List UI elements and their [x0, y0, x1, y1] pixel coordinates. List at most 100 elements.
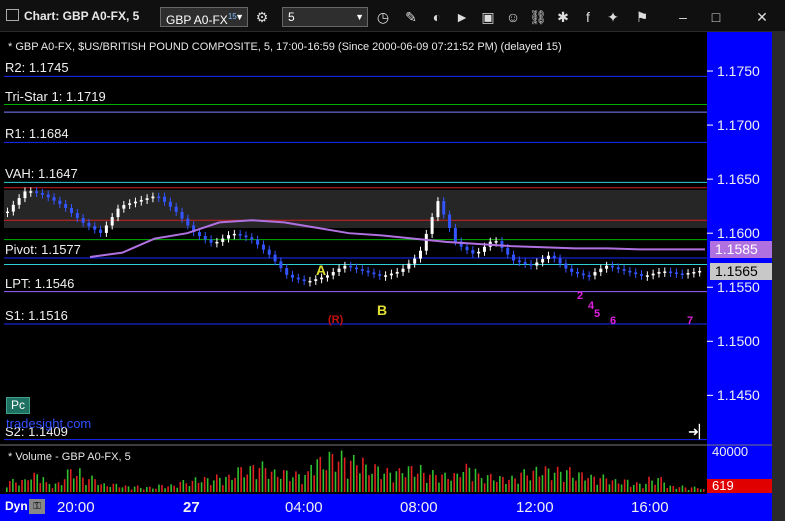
volume-axis-label: 40000: [712, 444, 749, 459]
interval-input[interactable]: 5 ▼: [282, 7, 368, 27]
candle: [576, 271, 580, 274]
candle: [599, 268, 603, 273]
volume-bar: [505, 484, 507, 492]
volume-bar: [149, 486, 151, 492]
candle: [430, 217, 434, 234]
volume-bar: [273, 469, 276, 492]
pc-button[interactable]: Pc: [6, 397, 30, 414]
volume-bar: [645, 483, 647, 492]
volume-bar: [130, 489, 133, 492]
volume-bar: [432, 470, 434, 492]
volume-bar: [517, 483, 519, 492]
volume-bar: [69, 469, 72, 492]
volume-bar: [243, 477, 245, 492]
studies-icon[interactable]: ▣: [478, 7, 498, 27]
close-icon[interactable]: ✕: [752, 7, 772, 27]
clock-icon[interactable]: ◷: [373, 7, 393, 27]
level-label: S1: 1.1516: [5, 308, 68, 323]
volume-bar: [535, 466, 538, 492]
volume-bar: [553, 472, 556, 492]
level-label: R2: 1.1745: [5, 60, 69, 76]
candle: [546, 255, 550, 260]
volume-bar: [669, 485, 672, 492]
candle: [46, 194, 50, 198]
candle: [314, 279, 318, 281]
candle: [686, 273, 690, 275]
maximize-icon[interactable]: □: [706, 7, 726, 27]
volume-bar: [508, 479, 510, 492]
volume-bar: [608, 484, 611, 492]
level-label: R1: 1.1684: [5, 126, 69, 142]
volume-bar: [48, 484, 51, 492]
pencil-icon[interactable]: ✎: [401, 7, 421, 27]
volume-bar: [270, 471, 273, 492]
volume-bar: [276, 476, 279, 492]
volume-bar: [33, 472, 35, 492]
candle: [325, 275, 329, 278]
volume-bar: [489, 473, 492, 492]
face-icon[interactable]: ☺: [503, 7, 523, 27]
candle: [29, 191, 33, 193]
lock-icon[interactable]: ⚿: [29, 499, 45, 514]
chart-annotation: 5: [594, 308, 601, 320]
link-icon[interactable]: ⛓: [528, 7, 548, 27]
candle: [174, 206, 178, 212]
candle: [302, 279, 306, 282]
candle: [378, 274, 382, 276]
volume-bar: [85, 485, 87, 492]
candle: [337, 268, 341, 272]
candle: [122, 204, 126, 209]
volume-bar: [79, 468, 81, 492]
gear-icon[interactable]: ⚙: [252, 7, 272, 27]
volume-bar: [407, 466, 410, 492]
chevron-down-icon[interactable]: ▼: [355, 8, 364, 26]
candle: [17, 198, 21, 205]
arrow-icon[interactable]: ➜▏: [688, 424, 709, 440]
volume-bar: [39, 482, 42, 492]
chevron-down-icon[interactable]: ▼: [235, 8, 244, 26]
volume-bar: [562, 481, 565, 492]
flag-icon[interactable]: ⚑: [632, 7, 652, 27]
volume-bar: [416, 473, 419, 492]
dyn-label[interactable]: Dyn: [5, 499, 28, 513]
volume-bar: [362, 457, 364, 492]
candle: [75, 212, 79, 219]
minimize-icon[interactable]: –: [673, 7, 693, 27]
candle: [523, 262, 527, 264]
candle: [645, 275, 649, 277]
symbol-input[interactable]: GBP A0-FX15 ▼: [160, 7, 248, 27]
volume-bar: [228, 474, 230, 492]
volume-bar: [191, 480, 194, 492]
candle: [552, 255, 556, 259]
volume-bar: [429, 474, 431, 492]
candle: [40, 192, 44, 195]
candle: [389, 273, 393, 276]
volume-bar: [699, 489, 702, 492]
time-tick-label: 16:00: [631, 499, 669, 516]
scrollbar[interactable]: [772, 32, 785, 521]
facebook-icon[interactable]: f: [578, 7, 598, 27]
volume-bar: [456, 473, 459, 492]
volume-bar: [310, 464, 312, 492]
twitter-icon[interactable]: ✦: [603, 7, 623, 27]
candle: [517, 260, 521, 263]
volume-bar: [51, 488, 54, 492]
play-icon[interactable]: ►: [452, 7, 472, 27]
plot-area: [0, 32, 707, 444]
indicator-icon[interactable]: ◐: [427, 7, 447, 27]
volume-bar: [219, 477, 221, 492]
volume-bar: [374, 464, 376, 492]
settings-icon[interactable]: ✱: [553, 7, 573, 27]
volume-bar: [386, 467, 389, 492]
volume-bar: [526, 475, 529, 492]
volume-bar: [447, 479, 449, 492]
volume-bar: [170, 484, 172, 492]
volume-bar: [349, 460, 352, 492]
volume-bar: [629, 486, 632, 492]
time-tick-label: 27: [183, 499, 200, 516]
price-tick-label: 1.1500: [717, 333, 760, 350]
chart[interactable]: [0, 32, 785, 521]
candle: [139, 199, 143, 202]
volume-bar: [222, 485, 224, 492]
volume-bar: [401, 473, 404, 492]
